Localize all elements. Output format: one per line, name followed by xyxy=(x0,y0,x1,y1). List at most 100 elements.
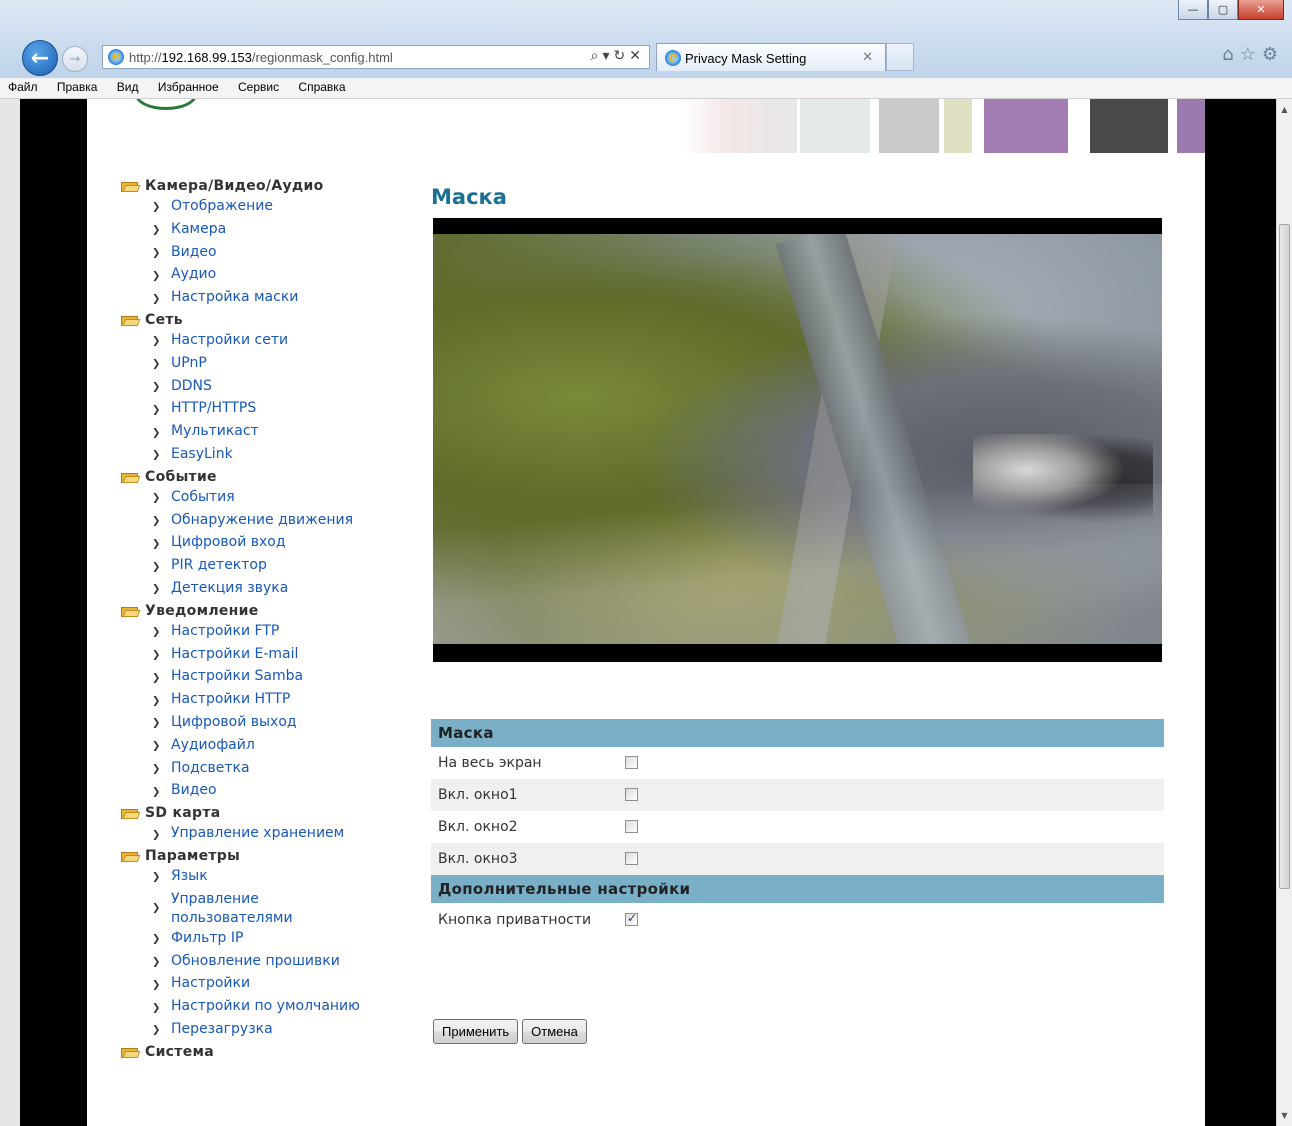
back-arrow-icon[interactable]: ← xyxy=(22,40,58,76)
mask-row-checkbox[interactable] xyxy=(625,820,638,833)
search-icon[interactable]: ⌕ xyxy=(591,48,603,64)
new-tab-button[interactable] xyxy=(886,43,914,71)
sidebar-item[interactable]: ❯ UPnP xyxy=(121,353,381,376)
advanced-section-header: Дополнительные настройки xyxy=(431,875,1164,903)
forward-arrow-icon[interactable]: → xyxy=(62,46,88,72)
sidebar-item[interactable]: ❯ Настройки xyxy=(121,973,381,996)
sidebar-item[interactable]: ❯ Настройки Samba xyxy=(121,666,381,689)
sidebar-item[interactable]: ❯ Настройка маски xyxy=(121,287,381,310)
scrollbar-thumb[interactable] xyxy=(1279,224,1290,889)
cancel-button[interactable]: Отмена xyxy=(522,1019,587,1044)
sidebar-item[interactable]: ❯ Настройки E-mail xyxy=(121,644,381,667)
address-tools: ⌕▾↻✕ xyxy=(591,48,645,64)
sidebar-item-label: EasyLink xyxy=(171,445,233,462)
bullet-arrow-icon: ❯ xyxy=(152,335,161,347)
mask-row-checkbox[interactable] xyxy=(625,852,638,865)
sidebar-item[interactable]: ❯ Перезагрузка xyxy=(121,1019,381,1042)
bullet-arrow-icon: ❯ xyxy=(152,492,161,504)
tab-privacy-mask-setting[interactable]: e Privacy Mask Setting ✕ xyxy=(656,43,886,71)
sidebar-group-label: SD карта xyxy=(145,805,221,822)
gear-icon[interactable]: ⚙ xyxy=(1262,44,1284,65)
mask-row: Вкл. окно3 xyxy=(431,843,1164,875)
sidebar-item-label: Настройки по умолчанию xyxy=(171,998,360,1015)
sidebar-item[interactable]: ❯ Настройки FTP xyxy=(121,621,381,644)
bullet-arrow-icon: ❯ xyxy=(152,201,161,213)
url-host: 192.168.99.153 xyxy=(161,50,252,65)
camera-video-view[interactable] xyxy=(433,218,1162,662)
url-prefix: http:// xyxy=(129,50,162,65)
camera-video-frame xyxy=(433,234,1162,644)
compat-view-icon[interactable]: ▾ xyxy=(603,48,614,64)
menu-view[interactable]: Вид xyxy=(109,78,147,94)
sidebar-item[interactable]: ❯ Видео xyxy=(121,780,381,803)
sidebar-item[interactable]: ❯ Язык xyxy=(121,866,381,889)
mask-row-checkbox[interactable] xyxy=(625,788,638,801)
sidebar-item[interactable]: ❯ Настройки по умолчанию xyxy=(121,996,381,1019)
sidebar-item[interactable]: ❯ Видео xyxy=(121,242,381,265)
sidebar-item[interactable]: ❯ Аудиофайл xyxy=(121,735,381,758)
scroll-down-icon[interactable]: ▼ xyxy=(1277,1111,1292,1120)
sidebar-item[interactable]: ❯ Отображение xyxy=(121,196,381,219)
viewport-left-edge xyxy=(0,99,20,1126)
sidebar-item-label: UPnP xyxy=(171,354,207,371)
minimize-icon[interactable]: — xyxy=(1178,0,1208,20)
sidebar-item[interactable]: ❯ Настройки HTTP xyxy=(121,689,381,712)
close-icon[interactable]: ✕ xyxy=(1238,0,1284,20)
address-url[interactable]: http://192.168.99.153/regionmask_config.… xyxy=(129,50,393,65)
sidebar-group: Параметры ❯ Язык ❯ Управление пользователями… xyxy=(121,846,381,1042)
sidebar-item[interactable]: ❯ События xyxy=(121,487,381,510)
sidebar-item-label: Настройки HTTP xyxy=(171,691,291,708)
scroll-up-icon[interactable]: ▲ xyxy=(1277,105,1292,114)
sidebar-item[interactable]: ❯ Обнаружение движения xyxy=(121,510,381,533)
sidebar-group-label: Камера/Видео/Аудио xyxy=(145,178,324,194)
menu-favorites[interactable]: Избранное xyxy=(150,78,227,94)
bullet-arrow-icon: ❯ xyxy=(152,649,161,661)
sidebar-item[interactable]: ❯ Камера xyxy=(121,219,381,242)
sidebar-group-title[interactable]: Параметры xyxy=(121,846,381,866)
sidebar-item[interactable]: ❯ Цифровой вход xyxy=(121,532,381,555)
menu-file[interactable]: Файл xyxy=(0,78,46,94)
home-icon[interactable]: ⌂ xyxy=(1222,44,1239,65)
sidebar-item[interactable]: ❯ Аудио xyxy=(121,264,381,287)
bullet-arrow-icon: ❯ xyxy=(152,672,161,684)
mask-rows: На весь экран Вкл. окно1 Вкл. окно2 Вкл. ок… xyxy=(431,747,1164,875)
maximize-icon[interactable]: ▢ xyxy=(1208,0,1238,20)
sidebar-item-label: Настройки FTP xyxy=(171,622,280,639)
sidebar-item[interactable]: ❯ Подсветка xyxy=(121,758,381,781)
sidebar-item[interactable]: ❯ HTTP/HTTPS xyxy=(121,398,381,421)
sidebar-item[interactable]: ❯ EasyLink xyxy=(121,444,381,467)
sidebar-item[interactable]: ❯ Управление пользователями xyxy=(121,889,381,928)
sidebar-group-title[interactable]: Система xyxy=(121,1042,381,1062)
privacy-button-checkbox[interactable] xyxy=(625,911,638,926)
sidebar-item[interactable]: ❯ Цифровой выход xyxy=(121,712,381,735)
menu-edit[interactable]: Правка xyxy=(49,78,106,94)
sidebar-group-title[interactable]: Уведомление xyxy=(121,601,381,621)
sidebar-item[interactable]: ❯ Детекция звука xyxy=(121,578,381,601)
address-bar[interactable]: e http://192.168.99.153/regionmask_confi… xyxy=(102,45,650,69)
favorites-star-icon[interactable]: ☆ xyxy=(1240,44,1262,65)
apply-button[interactable]: Применить xyxy=(433,1019,519,1044)
sidebar-group-title[interactable]: Камера/Видео/Аудио xyxy=(121,176,381,196)
vertical-scrollbar[interactable]: ▲ ▼ xyxy=(1276,99,1292,1126)
folder-icon xyxy=(121,850,139,862)
sidebar-group-title[interactable]: SD карта xyxy=(121,803,381,823)
sidebar-item[interactable]: ❯ PIR детектор xyxy=(121,555,381,578)
mask-row-checkbox[interactable] xyxy=(625,756,638,769)
stop-icon[interactable]: ✕ xyxy=(629,48,645,64)
refresh-icon[interactable]: ↻ xyxy=(614,48,630,64)
sidebar-group-title[interactable]: Событие xyxy=(121,467,381,487)
sidebar-item[interactable]: ❯ Фильтр IP xyxy=(121,928,381,951)
sidebar-group-label: Сеть xyxy=(145,311,183,328)
sidebar-item[interactable]: ❯ Управление хранением xyxy=(121,823,381,846)
sidebar-group-title[interactable]: Сеть xyxy=(121,310,381,330)
menu-help[interactable]: Справка xyxy=(290,78,353,94)
sidebar-item[interactable]: ❯ Настройки сети xyxy=(121,330,381,353)
tab-close-icon[interactable]: ✕ xyxy=(862,50,873,65)
sidebar-item[interactable]: ❯ DDNS xyxy=(121,376,381,399)
menu-tools[interactable]: Сервис xyxy=(230,78,287,94)
mask-row: На весь экран xyxy=(431,747,1164,779)
sidebar-item[interactable]: ❯ Мультикаст xyxy=(121,421,381,444)
sidebar-group-label: Система xyxy=(145,1043,214,1060)
bullet-arrow-icon: ❯ xyxy=(152,449,161,461)
sidebar-item[interactable]: ❯ Обновление прошивки xyxy=(121,951,381,974)
